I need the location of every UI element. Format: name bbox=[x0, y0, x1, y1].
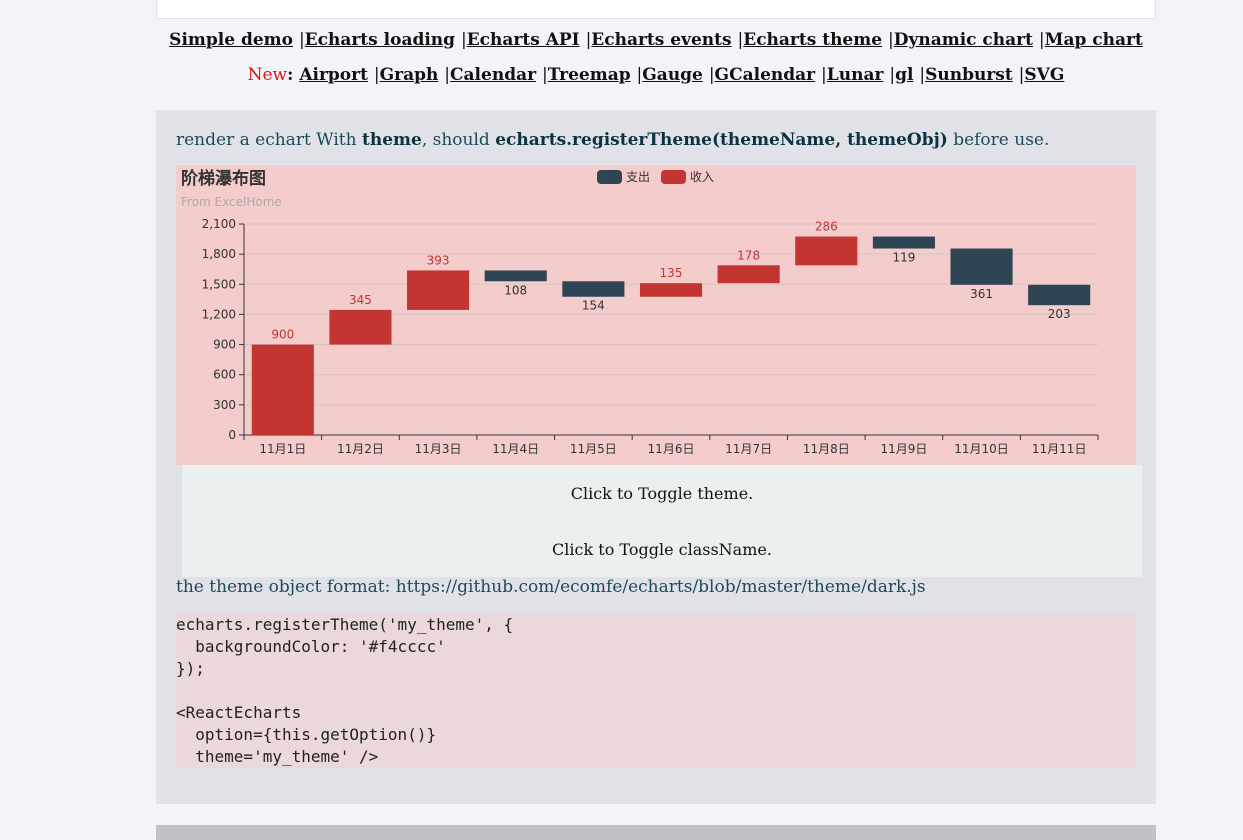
y-tick-label-2: 600 bbox=[213, 368, 236, 382]
nav-row-primary: Simple demo |Echarts loading |Echarts AP… bbox=[169, 30, 1143, 50]
toggle-classname-button[interactable]: Click to Toggle className. bbox=[182, 540, 1142, 559]
toggle-area: Click to Toggle theme. Click to Toggle c… bbox=[182, 465, 1142, 577]
top-strip bbox=[156, 0, 1156, 19]
bar-支出-10 bbox=[1028, 284, 1091, 306]
x-tick-label-7: 11月8日 bbox=[803, 442, 850, 456]
bottom-strip bbox=[156, 825, 1156, 840]
bar-label-支出-8: 119 bbox=[892, 251, 915, 265]
bar-收入-7 bbox=[795, 236, 858, 266]
legend-label-1: 收入 bbox=[690, 170, 714, 184]
bar-收入-1 bbox=[329, 309, 392, 345]
theme-format-text: the theme object format: https://github.… bbox=[176, 577, 926, 597]
nav-link-echarts-api[interactable]: Echarts API bbox=[467, 30, 580, 50]
bar-收入-6 bbox=[717, 265, 780, 284]
bar-支出-3 bbox=[484, 270, 547, 282]
bar-label-支出-3: 108 bbox=[504, 283, 527, 297]
intro-middle: , should bbox=[421, 130, 496, 150]
nav-link-map-chart[interactable]: Map chart bbox=[1045, 30, 1143, 50]
nav-link-echarts-theme[interactable]: Echarts theme bbox=[743, 30, 882, 50]
x-tick-label-6: 11月7日 bbox=[725, 442, 772, 456]
code-block: echarts.registerTheme('my_theme', { back… bbox=[176, 614, 1136, 768]
bar-label-收入-6: 178 bbox=[737, 248, 760, 262]
y-axis: 0 300 600 900 1,200 1,500 1,800 2,100 bbox=[202, 217, 245, 442]
legend-label-0: 支出 bbox=[626, 170, 650, 184]
nav-link-echarts-events[interactable]: Echarts events bbox=[591, 30, 731, 50]
y-tick-label-4: 1,200 bbox=[202, 307, 236, 321]
nav-link-echarts-loading[interactable]: Echarts loading bbox=[305, 30, 455, 50]
legend-swatch-0 bbox=[597, 170, 622, 184]
intro-prefix: render a echart With bbox=[176, 130, 362, 150]
nav-row-new: New: Airport |Graph |Calendar |Treemap |… bbox=[247, 65, 1065, 85]
y-tick-label-3: 900 bbox=[213, 338, 236, 352]
y-tick-label-1: 300 bbox=[213, 398, 236, 412]
x-tick-label-5: 11月6日 bbox=[648, 442, 695, 456]
bar-支出-8 bbox=[872, 236, 935, 249]
bar-label-支出-10: 203 bbox=[1048, 307, 1071, 321]
y-tick-label-5: 1,500 bbox=[202, 277, 236, 291]
chart-subtitle: From ExcelHome bbox=[181, 195, 282, 209]
bar-label-收入-2: 393 bbox=[427, 253, 450, 267]
x-tick-label-3: 11月4日 bbox=[492, 442, 539, 456]
y-tick-label-7: 2,100 bbox=[202, 217, 236, 231]
x-tick-label-9: 11月10日 bbox=[954, 442, 1009, 456]
nav-link-sunburst[interactable]: Sunburst bbox=[925, 65, 1013, 85]
x-tick-label-1: 11月2日 bbox=[337, 442, 384, 456]
intro-suffix: before use. bbox=[947, 130, 1050, 150]
legend-swatch-1 bbox=[661, 170, 686, 184]
toggle-theme-button[interactable]: Click to Toggle theme. bbox=[182, 484, 1142, 503]
bar-支出-9 bbox=[950, 248, 1013, 285]
nav-link-graph[interactable]: Graph bbox=[380, 65, 439, 85]
intro-text: render a echart With theme, should echar… bbox=[176, 130, 1049, 150]
chart-svg: 阶梯瀑布图 From ExcelHome 支出 收入 0 300 600 900 1,20… bbox=[181, 168, 1099, 456]
y-tick-label-0: 0 bbox=[228, 428, 236, 442]
nav-link-airport[interactable]: Airport bbox=[299, 65, 368, 85]
bar-收入-5 bbox=[639, 283, 703, 297]
nav-link-lunar[interactable]: Lunar bbox=[827, 65, 884, 85]
x-tick-label-4: 11月5日 bbox=[570, 442, 617, 456]
bar-label-支出-9: 361 bbox=[970, 287, 993, 301]
nav-link-simple-demo[interactable]: Simple demo bbox=[169, 30, 293, 50]
intro-code: echarts.registerTheme(themeName, themeOb… bbox=[495, 130, 948, 150]
demo-panel: render a echart With theme, should echar… bbox=[156, 110, 1156, 804]
x-tick-label-8: 11月9日 bbox=[880, 442, 927, 456]
x-tick-label-2: 11月3日 bbox=[415, 442, 462, 456]
bar-label-收入-0: 900 bbox=[271, 328, 294, 342]
chart-legend[interactable]: 支出 收入 bbox=[597, 170, 714, 184]
x-tick-label-0: 11月1日 bbox=[259, 442, 306, 456]
bar-收入-0 bbox=[251, 344, 314, 435]
bar-label-收入-5: 135 bbox=[660, 266, 683, 280]
nav-link-svg[interactable]: SVG bbox=[1024, 65, 1064, 85]
x-axis: 11月1日 11月2日 11月3日 11月4日 11月5日 11月6日 11月7日 11月8日… bbox=[243, 434, 1099, 456]
nav-link-dynamic-chart[interactable]: Dynamic chart bbox=[894, 30, 1033, 50]
nav-link-calendar[interactable]: Calendar bbox=[450, 65, 536, 85]
chart-title: 阶梯瀑布图 bbox=[181, 168, 266, 189]
nav-link-gl[interactable]: gl bbox=[895, 65, 913, 85]
bar-label-支出-4: 154 bbox=[582, 299, 605, 313]
y-tick-label-6: 1,800 bbox=[202, 247, 236, 261]
bar-label-收入-1: 345 bbox=[349, 293, 372, 307]
bar-label-收入-7: 286 bbox=[815, 220, 838, 234]
bar-支出-4 bbox=[562, 281, 625, 297]
nav-link-gauge[interactable]: Gauge bbox=[642, 65, 703, 85]
waterfall-chart[interactable]: 阶梯瀑布图 From ExcelHome 支出 收入 0 300 600 900 1,20… bbox=[176, 165, 1136, 465]
nav-link-gcalendar[interactable]: GCalendar bbox=[715, 65, 816, 85]
intro-theme-word: theme bbox=[361, 130, 422, 150]
new-label: New bbox=[247, 65, 288, 85]
nav-link-treemap[interactable]: Treemap bbox=[548, 65, 631, 85]
x-tick-label-10: 11月11日 bbox=[1032, 442, 1087, 456]
bar-收入-2 bbox=[407, 270, 470, 310]
